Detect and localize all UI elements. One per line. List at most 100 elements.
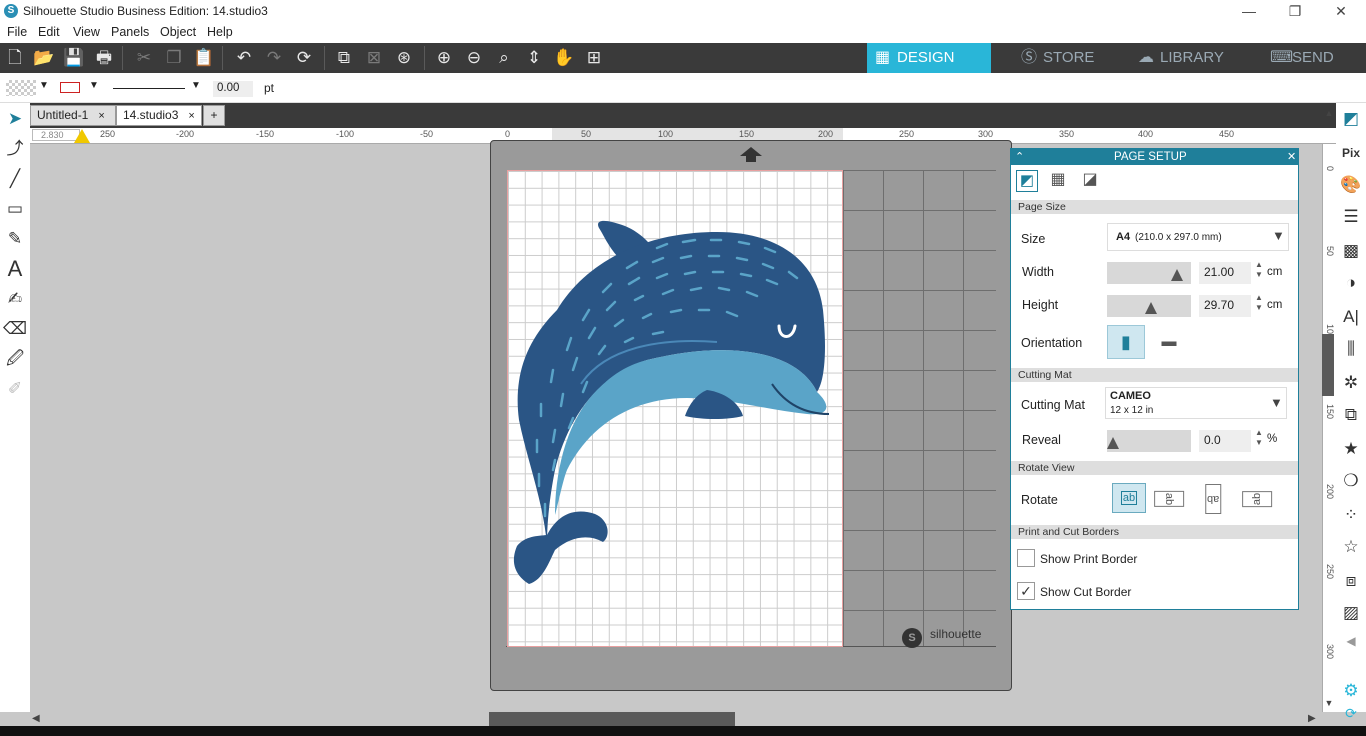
line-color-swatch[interactable] [60,82,80,93]
paste-icon[interactable]: 📋 [192,47,216,69]
fill-color-icon[interactable]: 🎨 [1339,171,1363,199]
tab-store[interactable]: Ⓢ STORE [1013,43,1123,73]
vertical-scroll-thumb[interactable] [1322,334,1334,396]
replicate-icon[interactable]: ⧉ [1339,401,1363,429]
dolphin-artwork[interactable] [507,170,843,647]
landscape-orientation-button[interactable]: ▬ [1157,333,1181,351]
sync-icon[interactable]: ⟳ [1339,699,1363,727]
grid-settings-tab-icon[interactable]: ▦ [1047,170,1069,192]
offset-icon[interactable]: ❍ [1339,467,1363,495]
page-setup-icon[interactable]: ◩ [1339,105,1363,133]
rectangle-tool-icon[interactable]: ▭ [3,197,27,221]
scroll-up-icon[interactable]: ▲ [1322,108,1336,122]
eraser-tool-icon[interactable]: ⌫ [3,317,27,341]
zoom-selection-icon[interactable]: ⌕ [492,47,516,69]
collapse-panel-icon[interactable]: ⌃ [1015,150,1024,163]
tab-untitled-1[interactable]: Untitled-1 × [30,105,116,126]
pencil-tool-icon[interactable]: ✎ [3,227,27,251]
height-input[interactable]: 29.70 [1199,295,1251,317]
point-edit-icon[interactable]: ⤴ [3,137,27,161]
tab-design[interactable]: ▦ DESIGN [867,43,991,73]
redo-icon[interactable]: ↷ [262,47,286,69]
zoom-in-icon[interactable]: ⊕ [432,47,456,69]
sketch-effects-icon[interactable]: ☆ [1339,533,1363,561]
menu-help[interactable]: Help [207,25,233,39]
rotate-180-button[interactable]: ab [1196,483,1230,514]
knife-tool-icon[interactable]: 🖉 [3,347,27,371]
tab-send[interactable]: ⌨SEND [1262,43,1366,73]
warning-icon[interactable] [74,129,90,143]
pan-hand-icon[interactable]: ✋ [552,47,576,69]
reveal-input[interactable]: 0.0 [1199,430,1251,452]
hatch-icon[interactable]: ▨ [1339,599,1363,627]
registration-marks-tab-icon[interactable]: ◪ [1079,170,1101,192]
eyedropper-tool-icon[interactable]: ✐ [3,377,27,401]
scroll-right-icon[interactable]: ▶ [1308,713,1316,724]
transparency-icon[interactable]: ◑ [1339,269,1363,297]
compound-path-icon[interactable]: ⊛ [392,47,416,69]
print-icon[interactable]: 🖶 [92,47,116,69]
width-slider-thumb[interactable] [1171,269,1183,281]
tab-14-studio3[interactable]: 14.studio3 × [116,105,202,126]
rotate-0-button[interactable]: ab [1112,483,1146,513]
layers-icon[interactable]: ⧈ [1339,567,1363,595]
height-slider-thumb[interactable] [1145,302,1157,314]
portrait-orientation-button[interactable]: ▮ [1107,325,1145,359]
show-cut-border-checkbox[interactable]: ✓ [1017,582,1035,600]
open-folder-icon[interactable]: 📂 [32,47,56,69]
redraw-icon[interactable]: ⟳ [292,47,316,69]
text-tool-icon[interactable]: A [3,257,27,281]
menu-panels[interactable]: Panels [111,25,149,39]
undo-icon[interactable]: ↶ [232,47,256,69]
sketch-tool-icon[interactable]: ✍ [3,287,27,311]
copy-icon[interactable]: ❐ [162,47,186,69]
zoom-out-icon[interactable]: ⊖ [462,47,486,69]
scroll-down-icon[interactable]: ▼ [1322,698,1336,712]
minimize-button[interactable]: — [1226,0,1272,23]
cutting-mat-dropdown[interactable]: CAMEO 12 x 12 in ▼ [1105,387,1287,419]
text-style-icon[interactable]: A| [1339,303,1363,331]
line-color-dropdown-icon[interactable]: ▼ [89,80,99,91]
add-tab-button[interactable]: + [203,105,225,126]
close-window-button[interactable]: ✕ [1318,0,1364,23]
new-file-icon[interactable]: 🗋 [3,47,27,69]
width-slider[interactable] [1107,262,1191,284]
modify-icon[interactable]: ★ [1339,435,1363,463]
close-panel-icon[interactable]: ✕ [1287,150,1296,163]
close-tab-icon[interactable]: × [98,110,104,122]
height-slider[interactable] [1107,295,1191,317]
ungroup-icon[interactable]: ⊠ [362,47,386,69]
height-stepper[interactable]: ▲ ▼ [1255,293,1263,313]
fill-swatch[interactable] [6,80,36,96]
menu-edit[interactable]: Edit [38,25,60,39]
reveal-slider[interactable] [1107,430,1191,452]
page-setup-tab-icon[interactable]: ◩ [1016,170,1038,192]
line-style-dropdown-icon[interactable]: ▼ [191,80,201,91]
scroll-left-icon[interactable]: ◀ [32,713,40,724]
close-tab-icon[interactable]: × [188,110,194,122]
save-icon[interactable]: 💾 [62,47,86,69]
trace-icon[interactable]: ⁘ [1339,501,1363,529]
width-stepper[interactable]: ▲ ▼ [1255,260,1263,280]
size-dropdown[interactable]: A4 (210.0 x 297.0 mm) ▼ [1107,223,1289,251]
menu-view[interactable]: View [73,25,100,39]
tab-library[interactable]: ☁ LIBRARY [1130,43,1250,73]
collapse-arrow-icon[interactable]: ◀ [1339,627,1363,655]
line-width-input[interactable]: 0.00 [213,81,253,97]
fit-to-page-icon[interactable]: ⇕ [522,47,546,69]
fit-window-icon[interactable]: ⊞ [582,47,606,69]
line-tool-icon[interactable]: ╱ [3,167,27,191]
pixscan-icon[interactable]: Pix [1339,139,1363,167]
rotate-270-button[interactable]: ab [1240,483,1274,513]
menu-object[interactable]: Object [160,25,196,39]
reveal-slider-thumb[interactable] [1107,437,1119,449]
reveal-stepper[interactable]: ▲ ▼ [1255,428,1263,448]
select-tool-icon[interactable]: ➤ [3,107,27,131]
group-icon[interactable]: ⧉ [332,47,356,69]
fill-dropdown-icon[interactable]: ▼ [39,80,49,91]
menu-file[interactable]: File [7,25,27,39]
line-style-icon[interactable]: ☰ [1339,203,1363,231]
restore-button[interactable]: ❐ [1272,0,1318,23]
show-print-border-checkbox[interactable] [1017,549,1035,567]
align-icon[interactable]: ⫼ [1339,335,1363,363]
